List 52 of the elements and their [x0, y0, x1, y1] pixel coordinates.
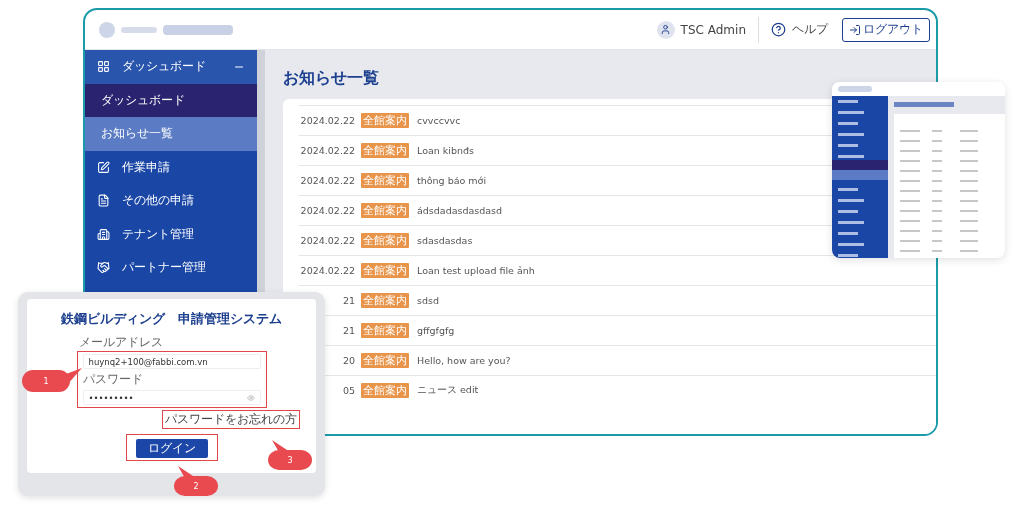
category-tag: 全館案内	[361, 233, 409, 248]
notice-title[interactable]: Hello, how are you?	[417, 355, 511, 366]
category-tag: 全館案内	[361, 263, 409, 278]
help-icon[interactable]	[771, 22, 786, 37]
help-link[interactable]: ヘルプ	[792, 21, 828, 38]
password-label: パスワード	[82, 371, 144, 388]
building-icon	[97, 227, 110, 241]
notice-title[interactable]: ádsdadasdasdasd	[417, 205, 503, 216]
password-field[interactable]: •••••••••	[82, 390, 261, 405]
notice-title[interactable]: Loan kibnđs	[417, 145, 474, 156]
notice-date: 2024.02.22	[299, 115, 355, 126]
login-button[interactable]: ログイン	[135, 439, 208, 458]
sidebar-subitem[interactable]: お知らせ一覧	[85, 117, 257, 151]
logout-button[interactable]: ログアウト	[842, 17, 930, 42]
sidebar-subitem[interactable]: ダッシュボード	[85, 83, 257, 117]
user-name: TSC Admin	[680, 22, 746, 37]
grid-icon	[97, 60, 110, 74]
category-tag: 全館案内	[361, 173, 409, 188]
notice-date: 05	[341, 385, 355, 396]
category-tag: 全館案内	[361, 113, 409, 128]
notice-title[interactable]: cvvccvvc	[417, 115, 461, 126]
category-tag: 全館案内	[361, 143, 409, 158]
category-tag: 全館案内	[361, 323, 409, 338]
forgot-password-link[interactable]: パスワードをお忘れの方	[162, 410, 300, 429]
category-tag: 全館案内	[361, 353, 409, 368]
notice-title[interactable]: Loan test upload file ảnh	[417, 265, 535, 276]
notice-date: 2024.02.22	[299, 235, 355, 246]
notice-date: 20	[341, 355, 355, 366]
sidebar-item[interactable]: ダッシュボード	[85, 50, 257, 84]
login-title: 鉄鋼ビルディング 申請管理システム	[61, 311, 282, 328]
notice-title[interactable]: gffgfgfg	[417, 325, 455, 336]
category-tag: 全館案内	[361, 293, 409, 308]
user-icon	[656, 20, 675, 39]
email-label: メールアドレス	[79, 334, 163, 351]
category-tag: 全館案内	[361, 203, 409, 218]
page-title: お知らせ一覧	[283, 68, 380, 89]
notice-title[interactable]: ニュース edit	[417, 384, 479, 397]
email-field[interactable]: huynq2+100@fabbi.com.vn	[82, 354, 261, 369]
category-tag: 全館案内	[361, 383, 409, 398]
notice-date: 21	[341, 325, 355, 336]
notice-date: 2024.02.22	[299, 175, 355, 186]
notice-title[interactable]: sdsd	[417, 295, 439, 306]
notice-date: 2024.02.22	[299, 145, 355, 156]
notice-date: 2024.02.22	[299, 205, 355, 216]
notice-date: 2024.02.22	[299, 265, 355, 276]
notice-title[interactable]: thông báo mới	[417, 175, 487, 186]
handshake-icon	[97, 261, 110, 275]
edit-icon	[97, 160, 110, 174]
document-icon	[97, 194, 110, 208]
notice-title[interactable]: sdasdasdas	[417, 235, 473, 246]
notice-date: 21	[341, 295, 355, 306]
logout-icon	[849, 23, 861, 36]
